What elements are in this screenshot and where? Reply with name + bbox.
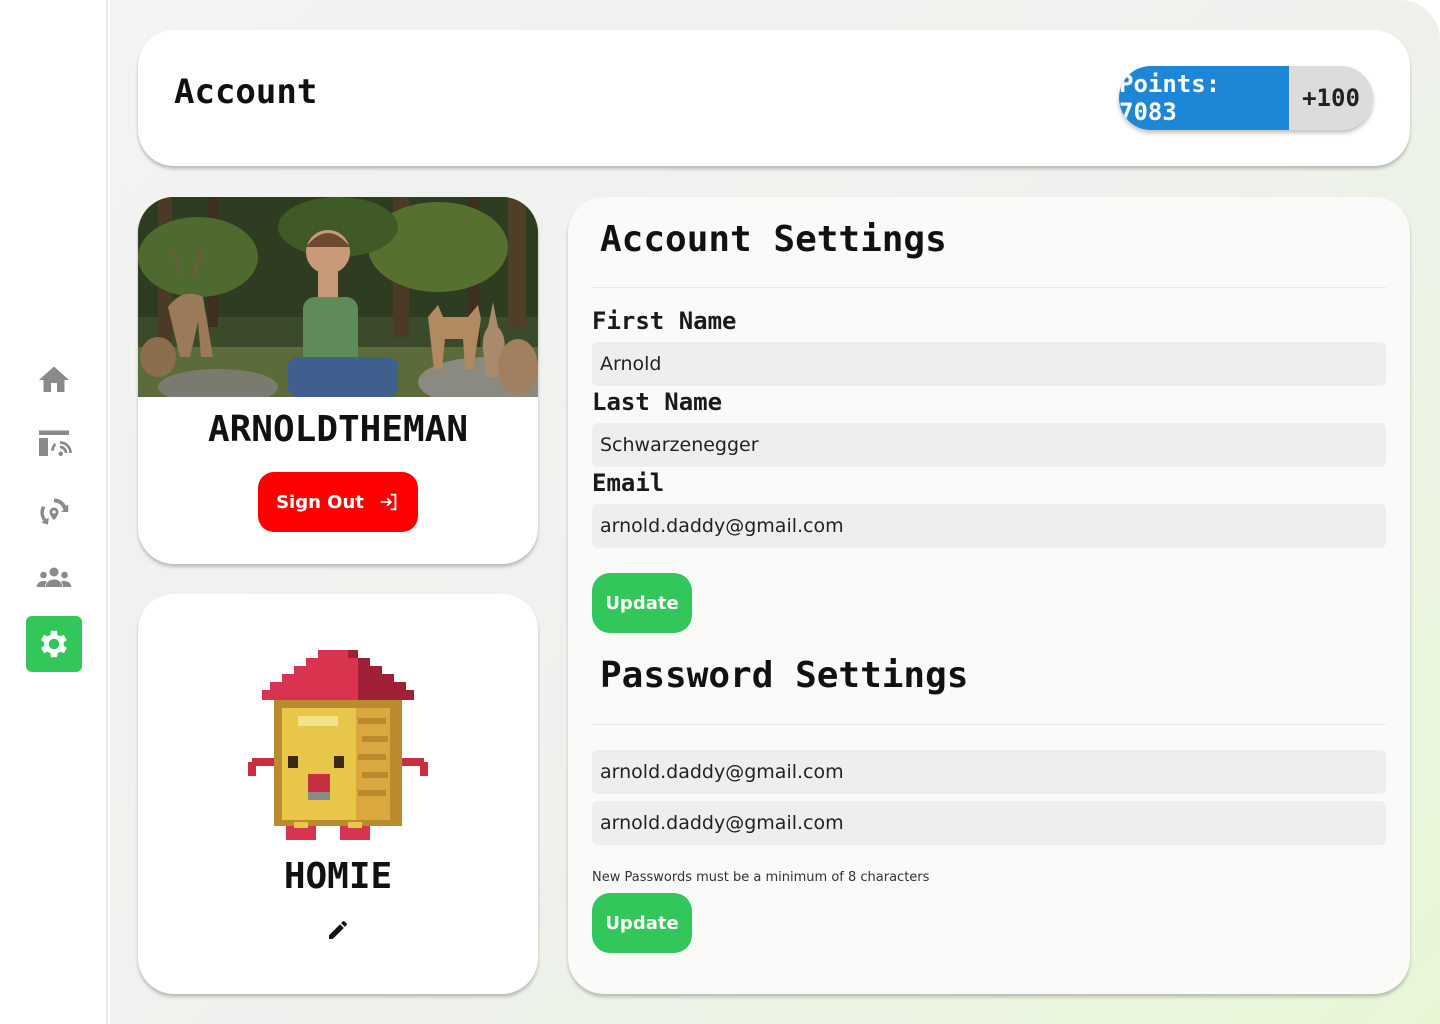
sign-out-button[interactable]: Sign Out: [258, 472, 418, 532]
confirm-password-field[interactable]: arnold.daddy@gmail.com: [592, 801, 1386, 845]
sign-out-label: Sign Out: [276, 491, 364, 513]
settings-card: Account Settings First Name Arnold Last …: [568, 197, 1410, 994]
sidebar-item-recycle[interactable]: [26, 484, 82, 540]
header-card: Account Points: 7083 +100: [138, 30, 1410, 166]
recycle-location-icon: [40, 498, 69, 525]
email-label: Email: [592, 469, 665, 497]
account-settings-title: Account Settings: [600, 219, 947, 260]
first-name-field[interactable]: Arnold: [592, 342, 1386, 386]
home-icon: [39, 366, 69, 392]
points-badge[interactable]: Points: 7083: [1119, 66, 1289, 130]
profile-card: ARNOLDTHEMAN Sign Out: [138, 197, 538, 564]
homie-avatar: [248, 650, 428, 840]
email-field[interactable]: arnold.daddy@gmail.com: [592, 504, 1386, 548]
sidebar-item-users[interactable]: [26, 550, 82, 606]
sidebar-item-smart-home[interactable]: [26, 416, 82, 472]
new-password-field[interactable]: arnold.daddy@gmail.com: [592, 750, 1386, 794]
last-name-label: Last Name: [592, 388, 723, 416]
first-name-label: First Name: [592, 307, 737, 335]
homie-name: HOMIE: [283, 856, 393, 897]
sidebar-item-settings[interactable]: [26, 616, 82, 672]
main-area: Account Points: 7083 +100 ARNOLDTHEMAN S…: [110, 0, 1440, 1024]
smart-home-icon: [39, 430, 72, 456]
users-icon: [36, 567, 72, 587]
points-bonus-button[interactable]: +100: [1289, 66, 1373, 130]
password-settings-title: Password Settings: [600, 655, 969, 696]
sidebar-item-home[interactable]: [26, 352, 82, 408]
sidebar: [0, 0, 108, 1024]
page-title: Account: [174, 72, 318, 112]
username: ARNOLDTHEMAN: [207, 409, 469, 450]
points-group: Points: 7083 +100: [1119, 66, 1373, 130]
homie-card: HOMIE: [138, 594, 538, 994]
divider: [592, 724, 1386, 725]
last-name-field[interactable]: Schwarzenegger: [592, 423, 1386, 467]
pencil-icon[interactable]: [326, 918, 350, 942]
update-account-button[interactable]: Update: [592, 573, 692, 633]
divider: [592, 287, 1386, 288]
gear-icon: [41, 630, 67, 658]
update-password-button[interactable]: Update: [592, 893, 692, 953]
password-hint: New Passwords must be a minimum of 8 cha…: [592, 870, 930, 885]
profile-photo: [138, 197, 538, 397]
login-icon: [380, 493, 397, 511]
